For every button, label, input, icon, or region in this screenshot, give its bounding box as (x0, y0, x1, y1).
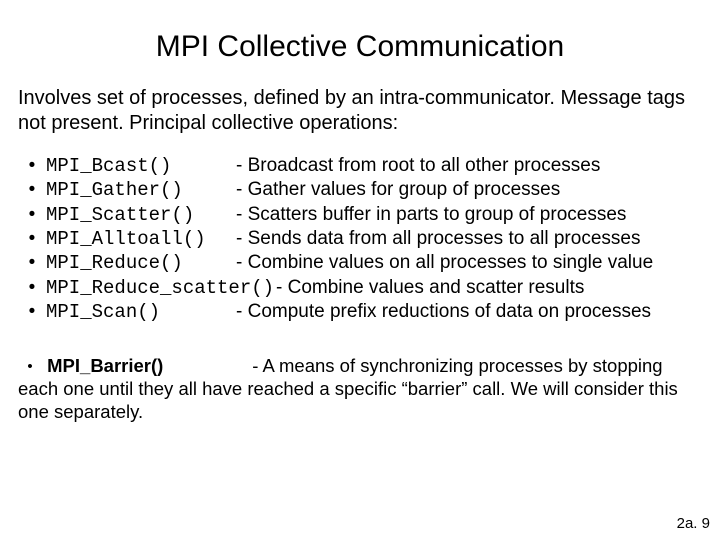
function-desc: - Compute prefix reductions of data on p… (236, 300, 651, 324)
function-desc: - Scatters buffer in parts to group of p… (236, 203, 626, 227)
function-name: MPI_Gather() (46, 178, 236, 202)
bullet-icon: • (18, 178, 46, 202)
list-item: • MPI_Reduce() - Combine values on all p… (18, 251, 702, 275)
function-desc: - Combine values and scatter results (276, 276, 584, 300)
function-desc: - Combine values on all processes to sin… (236, 251, 653, 275)
bullet-icon: • (18, 300, 46, 324)
barrier-desc-lead: - A means of synchronizing processes by … (252, 355, 662, 376)
list-item: • MPI_Alltoall() - Sends data from all p… (18, 227, 702, 251)
barrier-paragraph: • MPI_Barrier() - A means of synchronizi… (18, 354, 702, 423)
function-desc: - Broadcast from root to all other proce… (236, 154, 600, 178)
intro-text: Involves set of processes, defined by an… (18, 86, 702, 136)
list-item: • MPI_Scan() - Compute prefix reductions… (18, 300, 702, 324)
function-name: MPI_Alltoall() (46, 227, 236, 251)
bullet-icon: • (18, 276, 46, 300)
list-item: • MPI_Gather() - Gather values for group… (18, 178, 702, 202)
barrier-desc-rest: each one until they all have reached a s… (18, 378, 678, 422)
barrier-function-name: MPI_Barrier() (47, 354, 247, 377)
bullet-icon: • (18, 227, 46, 251)
function-name: MPI_Scatter() (46, 203, 236, 227)
bullet-icon: • (18, 358, 42, 377)
function-name: MPI_Scan() (46, 300, 236, 324)
function-name: MPI_Reduce() (46, 251, 236, 275)
function-name: MPI_Bcast() (46, 154, 236, 178)
function-name: MPI_Reduce_scatter() (46, 276, 276, 300)
list-item: • MPI_Scatter() - Scatters buffer in par… (18, 203, 702, 227)
page-number: 2a. 9 (677, 515, 710, 532)
bullet-icon: • (18, 203, 46, 227)
function-desc: - Sends data from all processes to all p… (236, 227, 640, 251)
function-list: • MPI_Bcast() - Broadcast from root to a… (18, 154, 702, 324)
list-item: • MPI_Reduce_scatter() - Combine values … (18, 276, 702, 300)
function-desc: - Gather values for group of processes (236, 178, 560, 202)
list-item: • MPI_Bcast() - Broadcast from root to a… (18, 154, 702, 178)
bullet-icon: • (18, 251, 46, 275)
slide-title: MPI Collective Communication (18, 30, 702, 64)
bullet-icon: • (18, 154, 46, 178)
